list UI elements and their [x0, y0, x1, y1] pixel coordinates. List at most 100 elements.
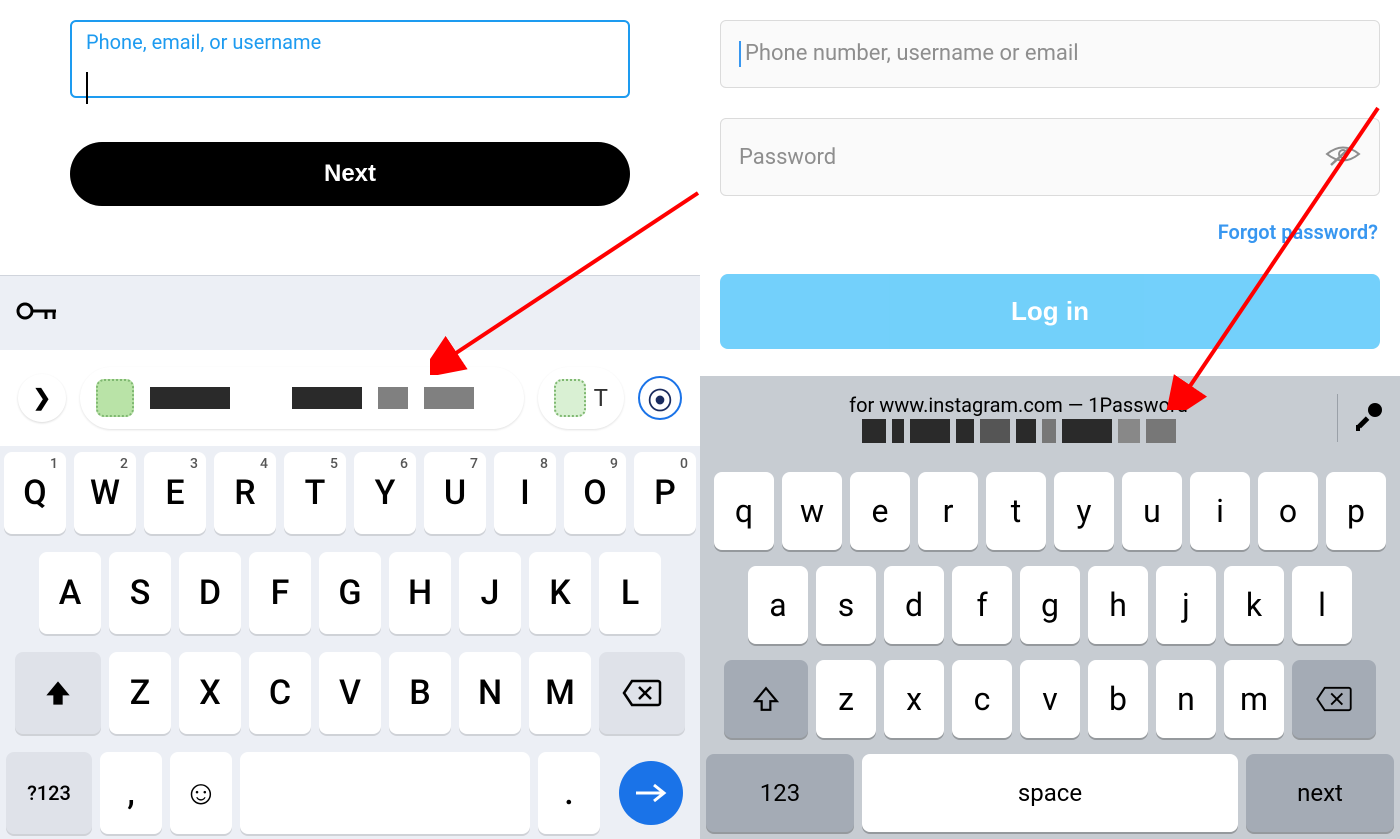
key-i[interactable]: I8: [494, 452, 556, 534]
key-w[interactable]: w: [782, 472, 842, 550]
right-pane: Phone number, username or email Password…: [700, 0, 1400, 839]
key-p[interactable]: p: [1326, 472, 1386, 550]
key-d[interactable]: d: [884, 566, 944, 644]
key-d[interactable]: D: [179, 552, 241, 634]
key-o[interactable]: O9: [564, 452, 626, 534]
key-p[interactable]: P0: [634, 452, 696, 534]
backspace-key[interactable]: [1292, 660, 1376, 738]
arrow-right-icon: [634, 781, 668, 805]
key-v[interactable]: v: [1020, 660, 1080, 738]
key-b[interactable]: b: [1088, 660, 1148, 738]
key-h[interactable]: H: [389, 552, 451, 634]
period-key[interactable]: .: [538, 752, 600, 834]
text-cursor: [739, 41, 741, 67]
key-y[interactable]: Y6: [354, 452, 416, 534]
divider: [1337, 394, 1338, 442]
key-e[interactable]: E3: [144, 452, 206, 534]
key-g[interactable]: G: [319, 552, 381, 634]
shift-key[interactable]: [15, 652, 101, 734]
autofill-suggestion-secondary[interactable]: T: [538, 367, 624, 429]
numbers-key[interactable]: 123: [706, 754, 854, 832]
forgot-password-link[interactable]: Forgot password?: [720, 196, 1380, 244]
key-k[interactable]: k: [1224, 566, 1284, 644]
enter-key[interactable]: [608, 752, 694, 834]
backspace-icon: [1315, 686, 1353, 712]
key-n[interactable]: N: [459, 652, 521, 734]
key-u[interactable]: u: [1122, 472, 1182, 550]
space-key[interactable]: space: [862, 754, 1238, 832]
key-e[interactable]: e: [850, 472, 910, 550]
username-input[interactable]: Phone number, username or email: [720, 20, 1380, 88]
key-i[interactable]: i: [1190, 472, 1250, 550]
username-input[interactable]: Phone, email, or username: [70, 20, 630, 98]
next-key[interactable]: next: [1246, 754, 1394, 832]
key-w[interactable]: W2: [74, 452, 136, 534]
suggestion-label: T: [594, 384, 608, 412]
key-j[interactable]: j: [1156, 566, 1216, 644]
key-m[interactable]: M: [529, 652, 591, 734]
emoji-icon: ☺: [184, 773, 219, 813]
password-key-icon[interactable]: [1352, 399, 1386, 437]
shift-icon: [753, 686, 779, 712]
key-h[interactable]: h: [1088, 566, 1148, 644]
instagram-login-form: Phone number, username or email Password…: [700, 0, 1400, 349]
key-z[interactable]: Z: [109, 652, 171, 734]
key-k[interactable]: K: [529, 552, 591, 634]
key-r[interactable]: r: [918, 472, 978, 550]
space-key[interactable]: [240, 752, 530, 834]
key-b[interactable]: B: [389, 652, 451, 734]
keyboard-toolbar: [0, 275, 700, 350]
autofill-suggestion-primary[interactable]: [80, 367, 524, 429]
key-c[interactable]: c: [952, 660, 1012, 738]
ios-autofill-bar: for www.instagram.com — 1Password: [700, 376, 1400, 460]
key-s[interactable]: S: [109, 552, 171, 634]
key-t[interactable]: t: [986, 472, 1046, 550]
key-l[interactable]: l: [1292, 566, 1352, 644]
key-a[interactable]: a: [748, 566, 808, 644]
login-button[interactable]: Log in: [720, 274, 1380, 349]
next-button[interactable]: Next: [70, 142, 630, 206]
password-key-icon[interactable]: [16, 298, 60, 328]
redacted-username: [150, 387, 230, 409]
key-x[interactable]: x: [884, 660, 944, 738]
text-cursor: [86, 72, 88, 104]
chevron-right-icon: ❯: [33, 386, 51, 411]
key-u[interactable]: U7: [424, 452, 486, 534]
expand-suggestions-button[interactable]: ❯: [18, 374, 66, 422]
key-g[interactable]: g: [1020, 566, 1080, 644]
autofill-suggestion[interactable]: for www.instagram.com — 1Password: [714, 393, 1323, 443]
key-t[interactable]: T5: [284, 452, 346, 534]
key-j[interactable]: J: [459, 552, 521, 634]
key-f[interactable]: f: [952, 566, 1012, 644]
backspace-key[interactable]: [599, 652, 685, 734]
key-row-1: qwertyuiop: [706, 472, 1394, 550]
key-row-2: ASDFGHJKL: [6, 552, 694, 634]
key-v[interactable]: V: [319, 652, 381, 734]
key-a[interactable]: A: [39, 552, 101, 634]
key-x[interactable]: X: [179, 652, 241, 734]
key-r[interactable]: R4: [214, 452, 276, 534]
key-z[interactable]: z: [816, 660, 876, 738]
numbers-key[interactable]: ?123: [6, 752, 92, 834]
password-input[interactable]: Password: [720, 118, 1380, 196]
key-l[interactable]: L: [599, 552, 661, 634]
key-row-3: ZXCVBNM: [6, 652, 694, 734]
key-q[interactable]: Q1: [4, 452, 66, 534]
pixelated-favicon: [96, 379, 134, 417]
show-password-icon[interactable]: [1325, 139, 1361, 175]
android-keyboard: Q1W2E3R4T5Y6U7I8O9P0 ASDFGHJKL ZXCVBNM ?…: [0, 446, 700, 839]
key-f[interactable]: F: [249, 552, 311, 634]
pixelated-favicon: [554, 379, 586, 417]
key-s[interactable]: s: [816, 566, 876, 644]
onepassword-icon[interactable]: ⦿: [638, 376, 682, 420]
comma-key[interactable]: ,: [100, 752, 162, 834]
key-row-3: zxcvbnm: [706, 660, 1394, 738]
shift-key[interactable]: [724, 660, 808, 738]
key-n[interactable]: n: [1156, 660, 1216, 738]
key-y[interactable]: y: [1054, 472, 1114, 550]
key-c[interactable]: C: [249, 652, 311, 734]
emoji-key[interactable]: ☺: [170, 752, 232, 834]
key-m[interactable]: m: [1224, 660, 1284, 738]
key-o[interactable]: o: [1258, 472, 1318, 550]
key-q[interactable]: q: [714, 472, 774, 550]
